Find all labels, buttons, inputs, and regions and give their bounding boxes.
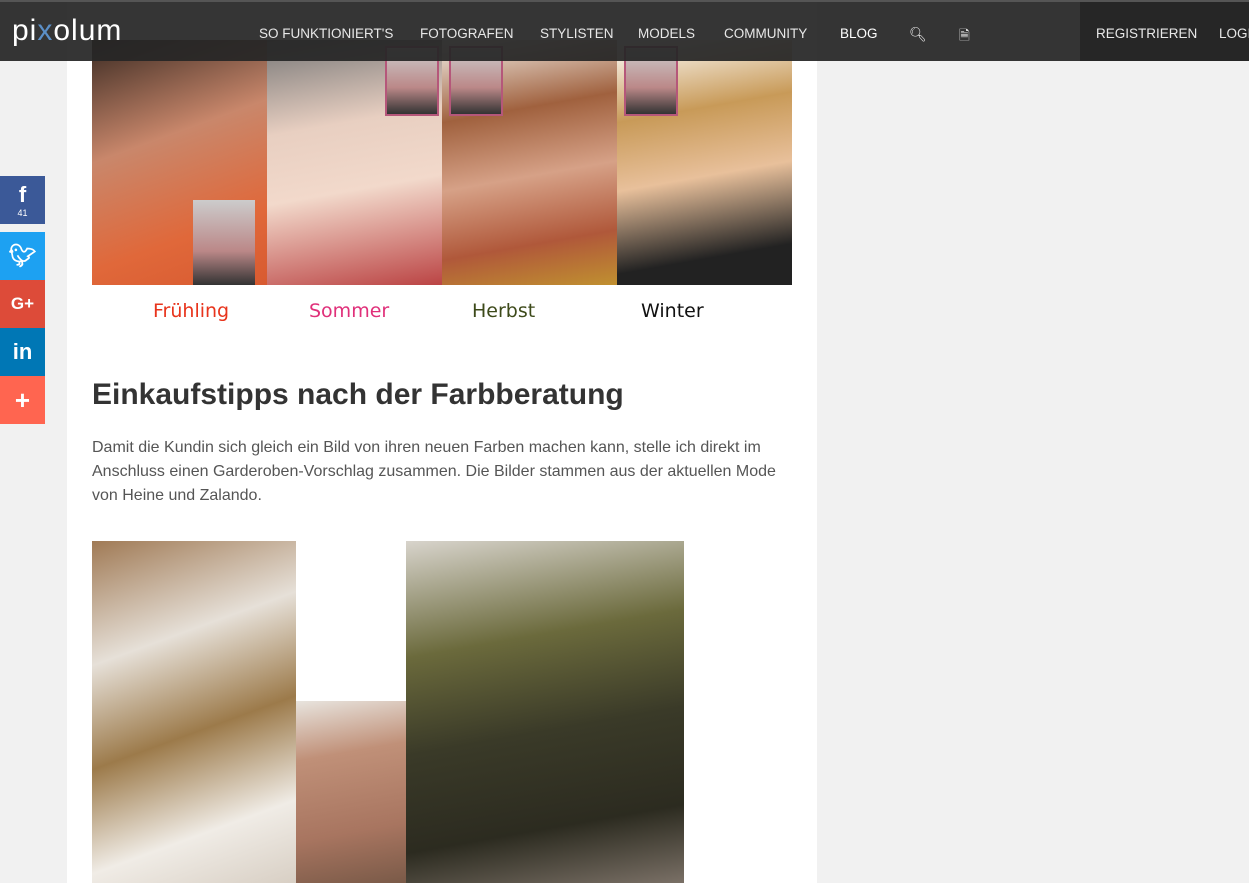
twitter-icon: 🐦︎: [8, 243, 37, 268]
facebook-share-button[interactable]: f 41: [0, 176, 45, 224]
spring-photo: [92, 40, 267, 285]
login-link[interactable]: LOGIN: [1219, 26, 1249, 41]
nav-so-funktionierts[interactable]: SO FUNKTIONIERT'S: [259, 26, 393, 41]
season-label-autumn: Herbst: [472, 300, 536, 322]
autumn-photo: [442, 40, 617, 285]
season-label-winter: Winter: [641, 300, 704, 322]
nav-community[interactable]: COMMUNITY: [724, 26, 807, 41]
linkedin-icon: in: [12, 339, 33, 364]
google-plus-share-button[interactable]: G+: [0, 280, 45, 328]
season-type-image: [92, 40, 792, 285]
season-label-spring: Frühling: [153, 300, 230, 322]
article-paragraph: Damit die Kundin sich gleich ein Bild vo…: [92, 439, 776, 504]
nav-models[interactable]: MODELS: [638, 26, 695, 41]
linkedin-share-button[interactable]: in: [0, 328, 45, 376]
outfit-image-1: [92, 541, 296, 883]
nav-blog[interactable]: BLOG: [840, 26, 878, 41]
outfit-image-2: [406, 541, 684, 883]
site-header: pixolum SO FUNKTIONIERT'S FOTOGRAFEN STY…: [0, 0, 1249, 61]
twitter-share-button[interactable]: 🐦︎: [0, 232, 45, 280]
search-icon[interactable]: 🔍︎: [909, 26, 927, 43]
document-icon[interactable]: 🗎: [959, 26, 970, 49]
register-link[interactable]: REGISTRIEREN: [1096, 26, 1197, 41]
more-share-button[interactable]: +: [0, 376, 45, 424]
pixolum-logo[interactable]: pixolum: [12, 14, 122, 48]
summer-photo: [267, 40, 442, 285]
facebook-count: 41: [17, 208, 28, 218]
facebook-icon: f: [18, 182, 27, 207]
season-label-summer: Sommer: [309, 300, 390, 322]
nav-stylisten[interactable]: STYLISTEN: [540, 26, 614, 41]
nav-fotografen[interactable]: FOTOGRAFEN: [420, 26, 514, 41]
winter-photo: [617, 40, 792, 285]
google-plus-icon: G+: [10, 294, 35, 313]
outfit-image-blazer: [296, 701, 406, 883]
section-heading: Einkaufstipps nach der Farbberatung: [92, 378, 624, 411]
plus-icon: +: [14, 384, 31, 415]
